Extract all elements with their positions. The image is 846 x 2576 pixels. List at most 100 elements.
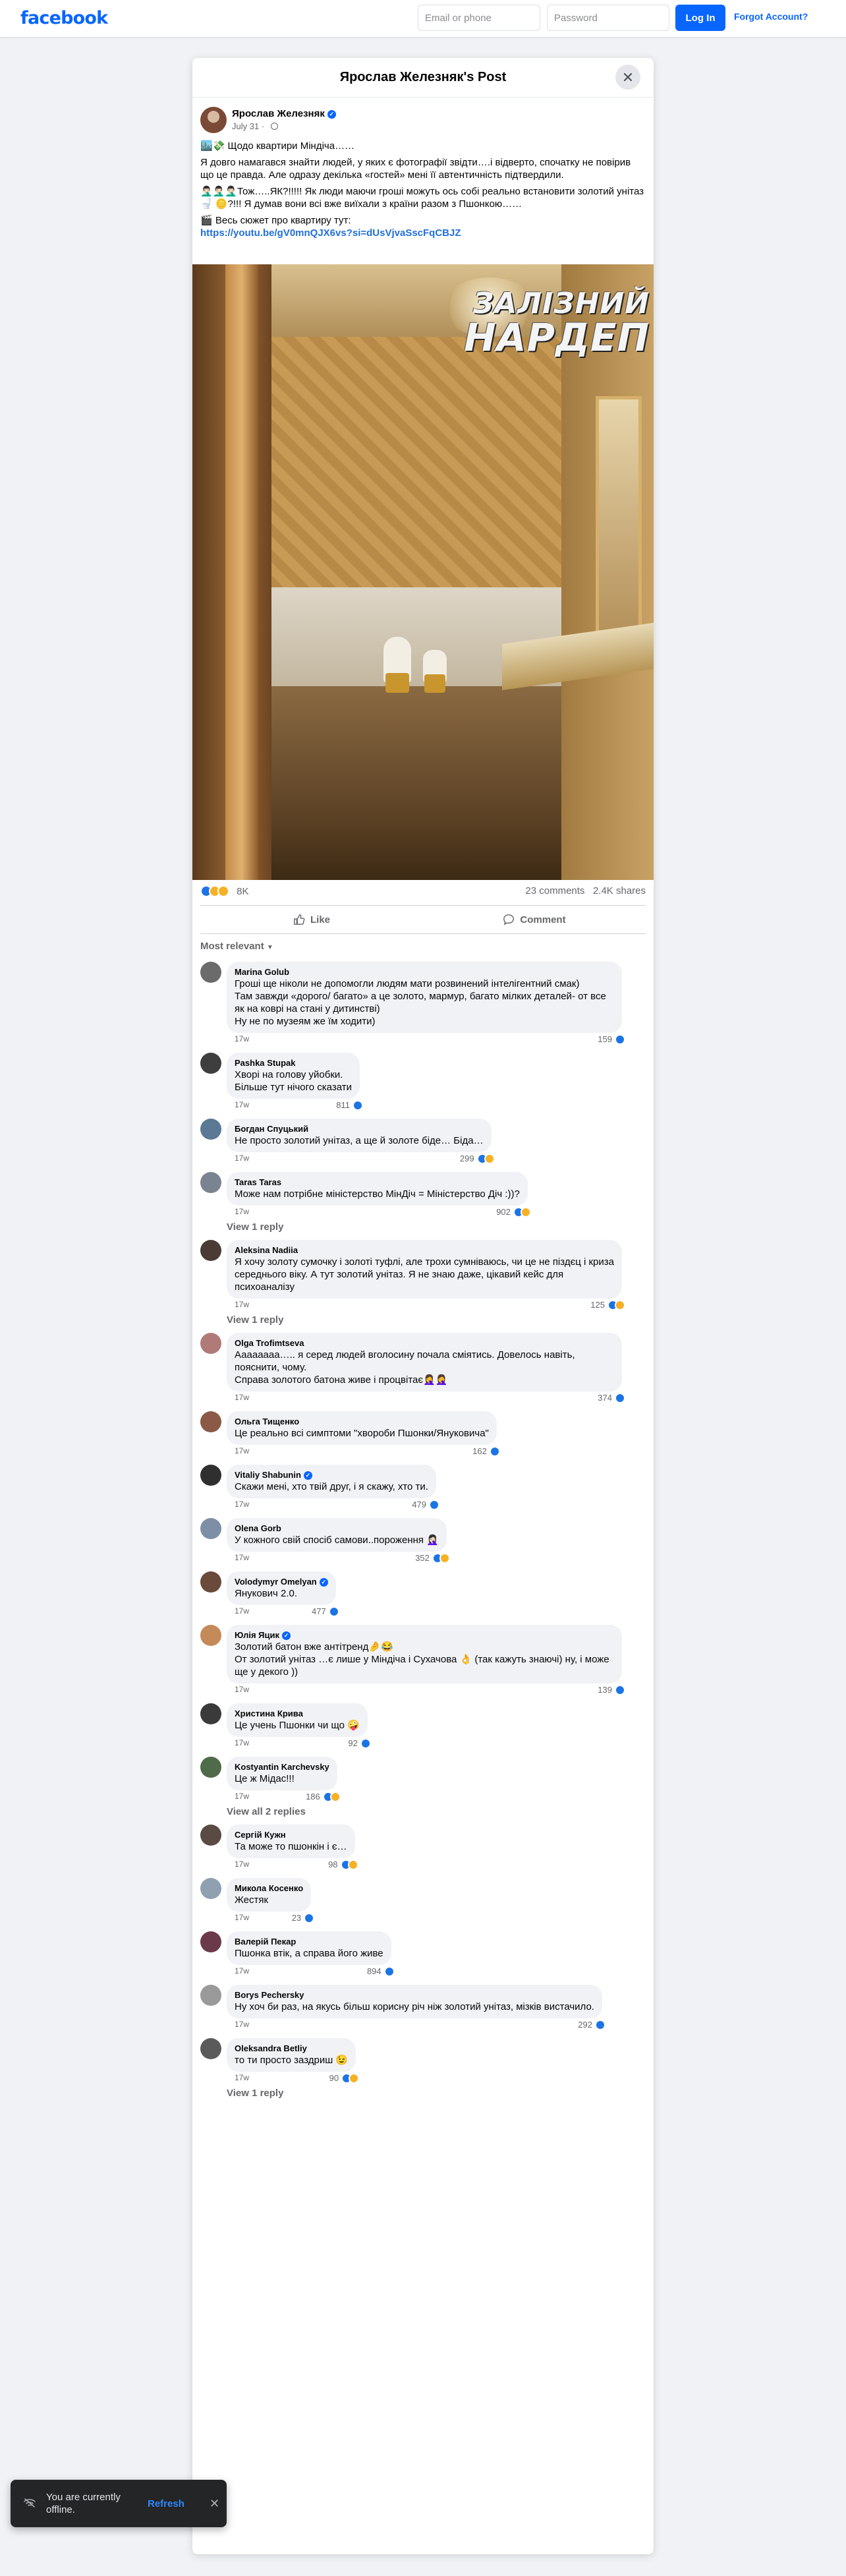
close-dialog-button[interactable] — [615, 65, 640, 90]
commenter-name-text[interactable]: Oleksandra Betliy — [235, 2043, 307, 2053]
commenter-avatar[interactable] — [200, 1465, 221, 1486]
commenter-name[interactable]: Olga Trofimtseva — [235, 1338, 614, 1349]
commenter-avatar[interactable] — [200, 1757, 221, 1778]
commenter-name[interactable]: Taras Taras — [235, 1177, 520, 1188]
commenter-name-text[interactable]: Валерій Пекар — [235, 1937, 296, 1947]
commenter-name[interactable]: Pashka Stupak — [235, 1058, 352, 1068]
view-replies-link[interactable]: View 1 reply — [227, 1221, 646, 1235]
commenter-name[interactable]: Христина Крива — [235, 1709, 360, 1719]
commenter-avatar[interactable] — [200, 1625, 221, 1646]
commenter-name-text[interactable]: Kostyantin Karchevsky — [235, 1762, 329, 1772]
comment-time[interactable]: 17w — [235, 1300, 249, 1309]
comment-time[interactable]: 17w — [235, 2020, 249, 2029]
commenter-avatar[interactable] — [200, 1411, 221, 1432]
like-button[interactable]: Like — [200, 906, 423, 933]
refresh-link[interactable]: Refresh — [148, 2498, 184, 2509]
comment-sort-dropdown[interactable]: Most relevant ▼ — [200, 941, 273, 952]
facebook-logo[interactable]: facebook — [20, 8, 108, 28]
commenter-avatar[interactable] — [200, 1119, 221, 1140]
commenter-name-text[interactable]: Volodymyr Omelyan — [235, 1577, 317, 1587]
comment-time[interactable]: 17w — [235, 1154, 249, 1163]
view-replies-link[interactable]: View all 2 replies — [227, 1806, 646, 1819]
comment-time[interactable]: 17w — [235, 1738, 249, 1747]
comment-time[interactable]: 17w — [235, 1034, 249, 1043]
commenter-avatar[interactable] — [200, 1878, 221, 1899]
comment-time[interactable]: 17w — [235, 1966, 249, 1976]
commenter-name[interactable]: Богдан Спуцький — [235, 1124, 484, 1134]
forgot-account-link[interactable]: Forgot Account? — [734, 11, 808, 22]
commenter-avatar[interactable] — [200, 2038, 221, 2059]
commenter-name-text[interactable]: Taras Taras — [235, 1177, 281, 1187]
comment-reactions[interactable]: 92 — [348, 1738, 371, 1749]
reaction-count[interactable]: 8K — [237, 886, 248, 897]
commenter-name[interactable]: Olena Gorb — [235, 1523, 439, 1534]
commenter-name[interactable]: Volodymyr Omelyan ✓ — [235, 1577, 328, 1587]
commenter-name[interactable]: Aleksina Nadiia — [235, 1245, 614, 1256]
comment-reactions[interactable]: 477 — [312, 1606, 339, 1617]
login-button[interactable]: Log In — [675, 5, 725, 31]
commenter-avatar[interactable] — [200, 1053, 221, 1074]
commenter-avatar[interactable] — [200, 1518, 221, 1539]
view-replies-link[interactable]: View 1 reply — [227, 2088, 646, 2101]
commenter-name-text[interactable]: Юлія Яцик — [235, 1630, 279, 1640]
commenter-name[interactable]: Ольга Тищенко — [235, 1417, 489, 1427]
comment-reactions[interactable]: 90 — [329, 2073, 360, 2084]
comment-reactions[interactable]: 23 — [292, 1913, 315, 1923]
youtube-link[interactable]: https://youtu.be/gV0mnQJX6vs?si=dUsVjvaS… — [200, 227, 461, 239]
commenter-name-text[interactable]: Сергій Кужн — [235, 1830, 286, 1840]
commenter-avatar[interactable] — [200, 962, 221, 983]
commenter-name-text[interactable]: Ольга Тищенко — [235, 1417, 299, 1426]
commenter-name-text[interactable]: Aleksina Nadiia — [235, 1245, 298, 1255]
commenter-name[interactable]: Микола Косенко — [235, 1883, 303, 1894]
comment-time[interactable]: 17w — [235, 1859, 249, 1869]
comment-reactions[interactable]: 186 — [306, 1792, 341, 1802]
comment-time[interactable]: 17w — [235, 1685, 249, 1694]
commenter-avatar[interactable] — [200, 1172, 221, 1193]
author-name[interactable]: Ярослав Железняк — [232, 108, 325, 119]
comment-reactions[interactable]: 292 — [578, 2020, 606, 2030]
commenter-name-text[interactable]: Микола Косенко — [235, 1883, 303, 1893]
commenter-avatar[interactable] — [200, 1931, 221, 1952]
comment-reactions[interactable]: 125 — [590, 1300, 625, 1310]
commenter-name[interactable]: Kostyantin Karchevsky — [235, 1762, 329, 1772]
commenter-name-text[interactable]: Богдан Спуцький — [235, 1124, 308, 1134]
commenter-name[interactable]: Сергій Кужн — [235, 1830, 347, 1840]
comment-time[interactable]: 17w — [235, 2073, 249, 2082]
commenter-name[interactable]: Oleksandra Betliy — [235, 2043, 348, 2054]
shares-count[interactable]: 2.4K shares — [593, 885, 646, 896]
comment-time[interactable]: 17w — [235, 1606, 249, 1616]
comment-reactions[interactable]: 374 — [598, 1393, 625, 1403]
commenter-name-text[interactable]: Borys Pechersky — [235, 1990, 304, 2000]
commenter-name-text[interactable]: Olga Trofimtseva — [235, 1338, 304, 1348]
commenter-name-text[interactable]: Pashka Stupak — [235, 1058, 296, 1068]
post-date[interactable]: July 31 — [232, 121, 259, 131]
comment-time[interactable]: 17w — [235, 1207, 249, 1216]
commenter-name[interactable]: Валерій Пекар — [235, 1937, 383, 1947]
commenter-name[interactable]: Vitaliy Shabunin ✓ — [235, 1470, 428, 1480]
comments-count[interactable]: 23 comments — [525, 885, 584, 896]
author-avatar[interactable] — [200, 107, 227, 133]
commenter-avatar[interactable] — [200, 1240, 221, 1261]
comment-reactions[interactable]: 479 — [412, 1500, 439, 1510]
comment-reactions[interactable]: 162 — [472, 1446, 500, 1457]
comment-reactions[interactable]: 352 — [415, 1553, 450, 1564]
comment-reactions[interactable]: 98 — [328, 1859, 358, 1870]
comment-reactions[interactable]: 139 — [598, 1685, 625, 1695]
comment-reactions[interactable]: 894 — [367, 1966, 395, 1977]
password-field[interactable] — [547, 5, 669, 31]
commenter-name-text[interactable]: Marina Golub — [235, 967, 289, 977]
commenter-name-text[interactable]: Христина Крива — [235, 1709, 303, 1718]
post-video[interactable]: ЗАЛІЗНИЙ НАРДЕП — [192, 264, 654, 880]
commenter-avatar[interactable] — [200, 1825, 221, 1846]
comment-time[interactable]: 17w — [235, 1446, 249, 1455]
comment-reactions[interactable]: 159 — [598, 1034, 625, 1045]
comment-time[interactable]: 17w — [235, 1393, 249, 1402]
email-field[interactable] — [418, 5, 540, 31]
commenter-name[interactable]: Marina Golub — [235, 967, 614, 978]
view-replies-link[interactable]: View 1 reply — [227, 1314, 646, 1328]
comment-reactions[interactable]: 811 — [336, 1100, 363, 1111]
commenter-avatar[interactable] — [200, 1703, 221, 1724]
comment-reactions[interactable]: 299 — [460, 1154, 495, 1164]
commenter-name[interactable]: Borys Pechersky — [235, 1990, 594, 2001]
comment-time[interactable]: 17w — [235, 1913, 249, 1922]
